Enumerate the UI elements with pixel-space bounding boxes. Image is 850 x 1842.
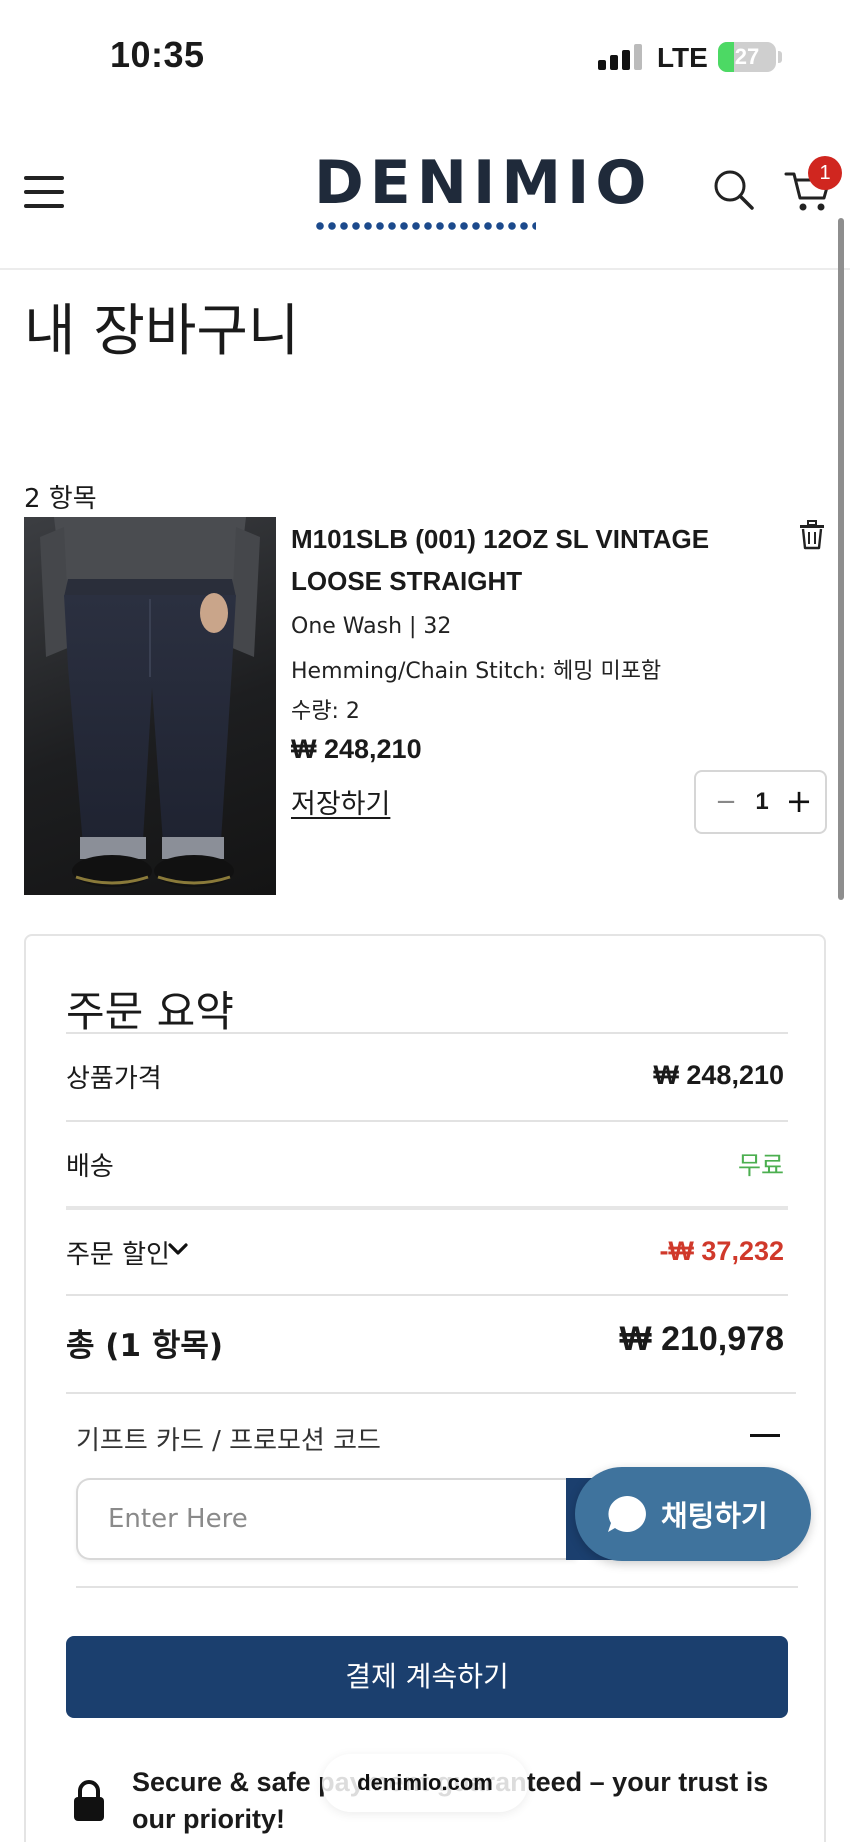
battery-percent: 27 [734, 44, 760, 69]
divider [66, 1392, 796, 1394]
brand-logo[interactable]: DENIMIO [314, 148, 653, 232]
hamburger-icon[interactable] [24, 176, 64, 208]
checkout-button[interactable]: 결제 계속하기 [66, 1636, 788, 1718]
item-count: 2 항목 [24, 484, 97, 514]
product-price: ₩ 248,210 [291, 734, 422, 764]
shipping-value: 무료 [737, 1151, 784, 1180]
lock-icon [72, 1780, 106, 1822]
cart-count-badge: 1 [808, 156, 842, 190]
chevron-down-icon[interactable] [166, 1237, 190, 1261]
product-variant: One Wash | 32 [291, 614, 452, 639]
collapse-promo-icon[interactable] [750, 1434, 780, 1437]
product-hemming: Hemming/Chain Stitch: 헤밍 미포함 [291, 659, 662, 684]
logo-wordmark: DENIMIO [314, 148, 653, 218]
divider [66, 1032, 788, 1034]
divider [66, 1206, 788, 1210]
discount-label[interactable]: 주문 할인 [66, 1234, 170, 1271]
trash-icon[interactable] [798, 520, 826, 550]
total-label: 총 (1 항목) [66, 1328, 224, 1364]
battery-cap [778, 51, 782, 63]
chat-bubble-icon [608, 1496, 646, 1532]
signal-icon [598, 44, 644, 70]
status-bar: 10:35 LTE 27 [0, 0, 850, 110]
increase-button[interactable]: + [782, 784, 816, 818]
chat-button[interactable]: 채팅하기 [575, 1467, 811, 1561]
quantity-value[interactable]: 1 [744, 786, 780, 818]
promo-code-label[interactable]: 기프트 카드 / 프로모션 코드 [76, 1420, 381, 1457]
decrease-button[interactable]: − [710, 786, 742, 818]
divider [76, 1586, 798, 1588]
network-type: LTE [657, 42, 708, 73]
battery-icon: 27 [718, 42, 776, 72]
order-summary-card: 주문 요약 상품가격 ₩ 248,210 배송 무료 주문 할인 -₩ 37,2… [24, 934, 826, 1842]
shipping-label: 배송 [66, 1152, 114, 1182]
status-time: 10:35 [110, 34, 205, 75]
subtotal-label: 상품가격 [66, 1064, 162, 1094]
product-quantity: 수량: 2 [291, 699, 360, 724]
logo-dots [314, 222, 536, 230]
product-title[interactable]: M101SLB (001) 12OZ SL VINTAGE LOOSE STRA… [291, 518, 761, 602]
product-image[interactable] [24, 517, 276, 895]
quantity-stepper: − 1 + [694, 770, 827, 834]
promo-code-input[interactable] [76, 1478, 576, 1560]
save-for-later-link[interactable]: 저장하기 [291, 782, 390, 821]
divider [66, 1294, 788, 1296]
search-icon[interactable] [712, 168, 756, 212]
summary-title: 주문 요약 [66, 987, 234, 1036]
total-value: ₩ 210,978 [619, 1320, 784, 1358]
discount-value: -₩ 37,232 [659, 1236, 784, 1266]
divider [66, 1120, 788, 1122]
subtotal-value: ₩ 248,210 [653, 1060, 784, 1090]
scrollbar[interactable] [838, 218, 844, 900]
page-title: 내 장바구니 [24, 299, 300, 364]
browser-url-bar[interactable]: denimio.com [322, 1754, 528, 1812]
chat-label: 채팅하기 [661, 1499, 768, 1533]
site-header: DENIMIO 1 [0, 110, 850, 270]
